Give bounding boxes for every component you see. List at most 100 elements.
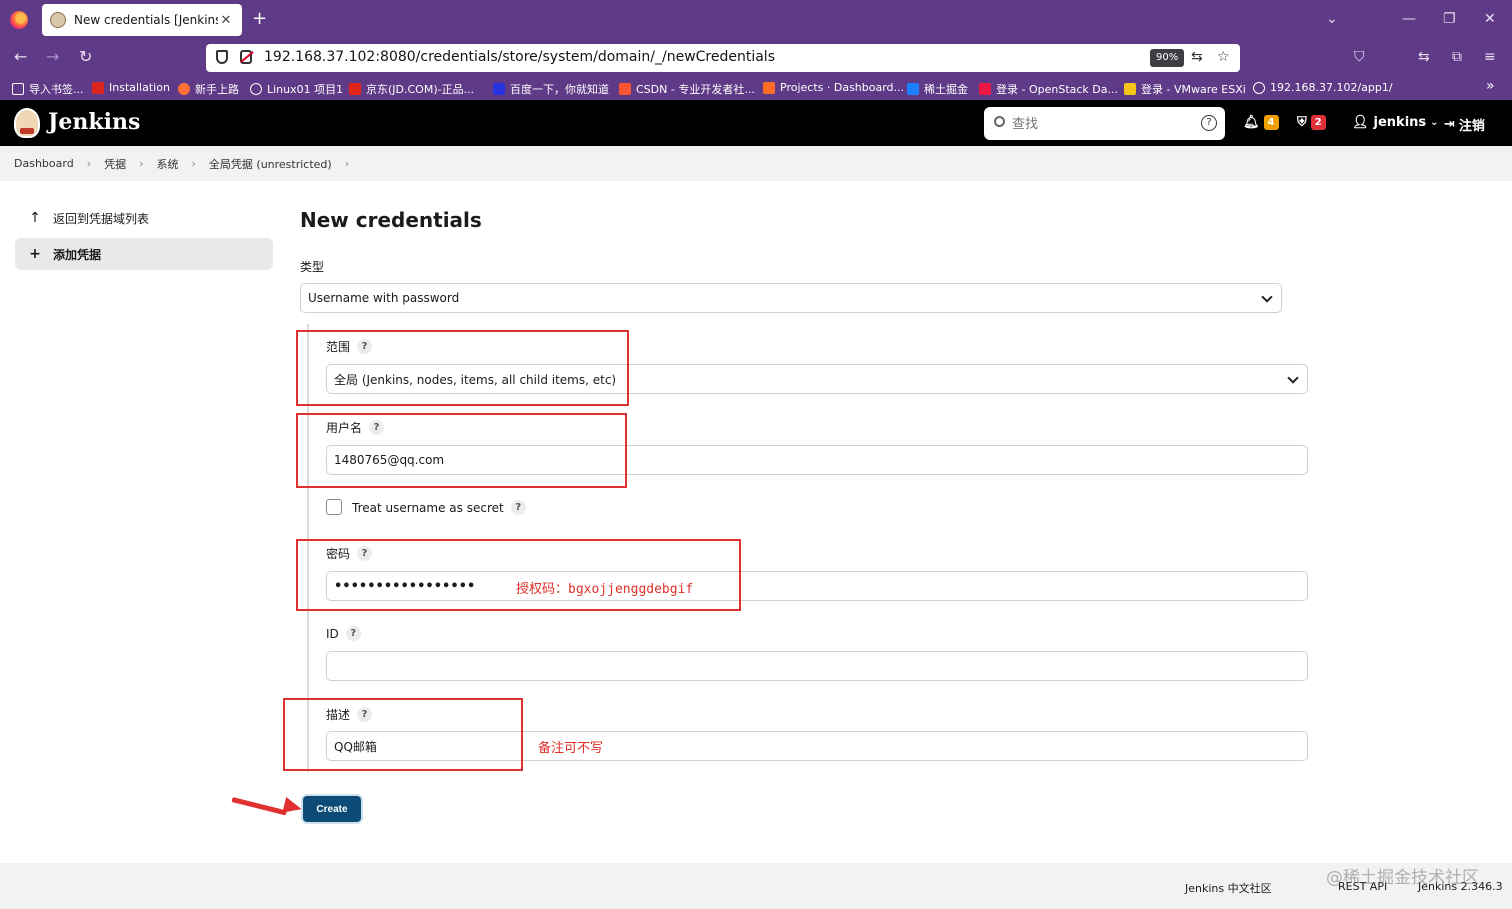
- username-highlight-box: [296, 413, 627, 488]
- chevron-down-icon: [1287, 372, 1299, 384]
- search-box[interactable]: ?: [984, 107, 1225, 140]
- new-tab-button[interactable]: +: [252, 9, 267, 29]
- sidebar-item-back-to-domains[interactable]: ↑ 返回到凭据域列表: [15, 202, 273, 234]
- forward-icon[interactable]: →: [46, 48, 59, 66]
- security-alerts-button[interactable]: ⛨ 2: [1297, 115, 1326, 130]
- browser-tab[interactable]: New credentials [Jenkins] ✕: [42, 4, 242, 36]
- search-help-icon[interactable]: ?: [1201, 115, 1217, 131]
- globe-icon: [1253, 81, 1265, 94]
- notifications-button[interactable]: 🔔︎ 4: [1243, 115, 1279, 130]
- id-label: ID ?: [326, 626, 361, 641]
- bookmark-jd[interactable]: 京东(JD.COM)-正品...: [349, 81, 474, 97]
- breadcrumb-dashboard[interactable]: Dashboard: [14, 157, 74, 170]
- security-badge: 2: [1310, 115, 1326, 130]
- bookmarks-bar: 导入书签... Installation 新手上路 Linux01 项目1 京东…: [0, 76, 1512, 100]
- bookmark-getting-started[interactable]: 新手上路: [178, 81, 239, 97]
- jenkins-brand[interactable]: Jenkins: [48, 109, 140, 135]
- user-icon: 👤︎: [1352, 115, 1369, 130]
- breadcrumb-system[interactable]: 系统: [157, 156, 179, 172]
- create-button[interactable]: Create: [303, 796, 361, 822]
- zoom-level[interactable]: 90%: [1150, 49, 1185, 67]
- pocket-icon[interactable]: ⛉: [1354, 49, 1365, 65]
- bookmark-star-icon[interactable]: ☆: [1217, 49, 1230, 65]
- import-icon: [12, 83, 24, 95]
- chevron-down-icon: ⌄: [1430, 117, 1439, 128]
- firefox-icon: [178, 83, 190, 95]
- window-close-icon[interactable]: ✕: [1484, 10, 1496, 28]
- extensions-icon[interactable]: ⧉: [1452, 49, 1462, 65]
- plus-icon: +: [29, 246, 41, 262]
- insecure-lock-icon[interactable]: [240, 50, 252, 64]
- vmware-icon: [1124, 83, 1136, 95]
- help-icon[interactable]: ?: [345, 626, 361, 641]
- logout-label: 注销: [1458, 119, 1485, 134]
- bookmark-vmware[interactable]: 登录 - VMware ESXi: [1124, 81, 1246, 97]
- tab-title: New credentials [Jenkins]: [74, 13, 218, 27]
- breadcrumb-credentials[interactable]: 凭据: [104, 156, 126, 172]
- jenkins-header: Jenkins ? 🔔︎ 4 ⛨ 2 👤︎ jenkins ⌄ ⇥ 注销: [0, 100, 1512, 146]
- password-highlight-box: [296, 539, 741, 611]
- breadcrumb-separator-icon[interactable]: ›: [345, 157, 349, 170]
- search-input[interactable]: [1012, 113, 1192, 135]
- kind-label: 类型: [300, 258, 324, 275]
- description-highlight-box: [283, 698, 523, 771]
- chevron-down-icon: [1261, 291, 1273, 303]
- bookmark-linux01[interactable]: Linux01 项目1: [250, 81, 343, 97]
- jenkins-logo-icon[interactable]: [14, 108, 40, 138]
- bookmark-baidu[interactable]: 百度一下，你就知道: [493, 81, 609, 97]
- watermark: @稀土掘金技术社区: [1326, 868, 1479, 888]
- url-text[interactable]: 192.168.37.102:8080/credentials/store/sy…: [264, 49, 775, 65]
- bell-icon: 🔔︎: [1243, 115, 1260, 130]
- id-label-text: ID: [326, 626, 339, 641]
- kind-select[interactable]: Username with password: [300, 283, 1282, 313]
- help-icon[interactable]: ?: [510, 500, 526, 515]
- sidebar-item-add-credentials[interactable]: + 添加凭据: [15, 238, 273, 270]
- footer-community-link[interactable]: Jenkins 中文社区: [1185, 880, 1272, 896]
- translate-icon[interactable]: ⇆: [1191, 49, 1203, 65]
- more-bookmarks-icon[interactable]: »: [1486, 78, 1495, 94]
- description-annotation: 备注可不写: [538, 741, 604, 756]
- logout-link[interactable]: ⇥ 注销: [1444, 115, 1485, 134]
- restore-icon[interactable]: ❐: [1443, 10, 1456, 28]
- browser-tab-bar: New credentials [Jenkins] ✕ + ⌄ — ❐ ✕: [0, 0, 1512, 40]
- menu-icon[interactable]: ≡: [1484, 49, 1496, 65]
- bookmark-gitlab[interactable]: Projects · Dashboard...: [763, 81, 904, 94]
- treat-username-secret-text[interactable]: Treat username as secret: [352, 501, 504, 515]
- browser-nav-bar: ← → ↻ 192.168.37.102:8080/credentials/st…: [0, 40, 1512, 76]
- back-icon[interactable]: ←: [14, 48, 27, 66]
- bookmark-app1[interactable]: 192.168.37.102/app1/: [1253, 81, 1393, 94]
- logout-icon: ⇥: [1444, 117, 1455, 132]
- notifications-badge: 4: [1263, 115, 1279, 130]
- juejin-icon: [907, 83, 919, 95]
- minimize-icon[interactable]: —: [1402, 10, 1416, 28]
- address-bar[interactable]: 192.168.37.102:8080/credentials/store/sy…: [206, 44, 1240, 72]
- breadcrumb-separator-icon: ›: [191, 157, 196, 170]
- bookmark-csdn[interactable]: CSDN - 专业开发者社...: [619, 81, 755, 97]
- breadcrumb-separator-icon: ›: [86, 157, 92, 170]
- id-field[interactable]: [326, 651, 1308, 681]
- list-all-tabs-icon[interactable]: ⌄: [1326, 10, 1338, 28]
- user-menu[interactable]: 👤︎ jenkins ⌄: [1352, 115, 1439, 130]
- breadcrumb-separator-icon: ›: [139, 157, 144, 170]
- treat-username-secret-label: Treat username as secret ?: [352, 500, 526, 515]
- tracking-shield-icon[interactable]: [216, 50, 228, 64]
- bookmark-import[interactable]: 导入书签...: [12, 81, 84, 97]
- tab-close-icon[interactable]: ✕: [218, 13, 234, 28]
- openstack-icon: [979, 83, 991, 95]
- reload-icon[interactable]: ↻: [79, 48, 92, 66]
- breadcrumb-global-domain[interactable]: 全局凭据 (unrestricted): [209, 156, 332, 172]
- page-footer: Jenkins 中文社区 REST API Jenkins 2.346.3: [0, 863, 1512, 909]
- page-title: New credentials: [300, 208, 482, 232]
- jd-icon: [349, 83, 361, 95]
- treat-username-secret-checkbox[interactable]: [326, 499, 342, 515]
- breadcrumb: Dashboard › 凭据 › 系统 › 全局凭据 (unrestricted…: [0, 146, 1512, 181]
- baidu-icon: [493, 83, 505, 95]
- sidebar-item-label: 返回到凭据域列表: [53, 211, 150, 226]
- user-name: jenkins: [1373, 115, 1427, 130]
- translate-extension-icon[interactable]: ⇆: [1418, 49, 1430, 65]
- arrow-up-icon: ↑: [29, 210, 41, 226]
- bookmark-openstack[interactable]: 登录 - OpenStack Da...: [979, 81, 1118, 97]
- bookmark-installation[interactable]: Installation: [92, 81, 170, 94]
- search-icon: [994, 116, 1005, 127]
- bookmark-juejin[interactable]: 稀土掘金: [907, 81, 968, 97]
